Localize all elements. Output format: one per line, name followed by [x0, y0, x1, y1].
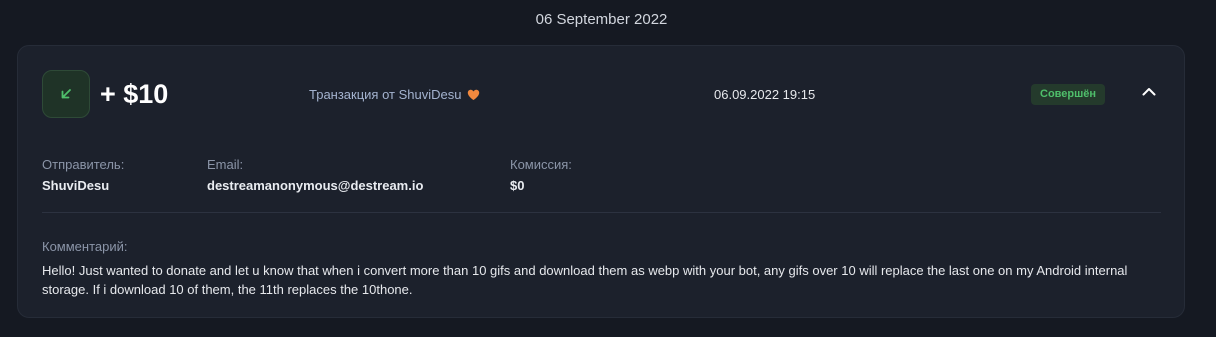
- email-value: destreamanonymous@destream.io: [207, 178, 424, 193]
- transaction-card: + $10 Транзакция от ShuviDesu 06.09.2022…: [17, 45, 1185, 318]
- sender-value: ShuviDesu: [42, 178, 110, 193]
- date-header: 06 September 2022: [535, 11, 668, 28]
- transaction-source: Транзакция от ShuviDesu: [309, 87, 480, 102]
- transaction-datetime: 06.09.2022 19:15: [714, 87, 816, 102]
- sender-label: Отправитель:: [42, 157, 125, 172]
- arrow-down-left-icon: [59, 87, 73, 101]
- divider: [42, 212, 1161, 213]
- status-badge: Совершён: [1031, 84, 1106, 105]
- collapse-button[interactable]: [1138, 80, 1160, 102]
- email-label: Email:: [207, 157, 244, 172]
- transaction-direction-badge: [42, 70, 90, 118]
- fee-label: Комиссия:: [510, 157, 572, 172]
- transaction-amount: + $10: [100, 79, 169, 109]
- transaction-source-text: Транзакция от ShuviDesu: [309, 87, 462, 102]
- heart-icon: [467, 89, 480, 101]
- chevron-up-icon: [1142, 87, 1156, 96]
- comment-label: Комментарий:: [42, 239, 128, 254]
- comment-text: Hello! Just wanted to donate and let u k…: [42, 263, 1128, 297]
- fee-value: $0: [510, 178, 525, 193]
